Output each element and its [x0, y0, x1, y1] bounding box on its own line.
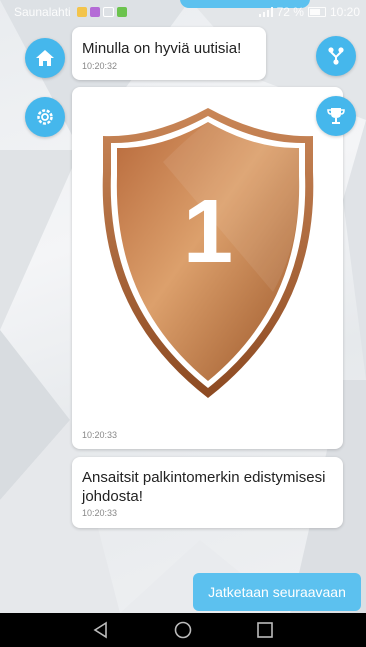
recents-icon[interactable]	[256, 621, 274, 639]
home-circle-icon[interactable]	[174, 621, 192, 639]
message-text: Minulla on hyviä uutisia!	[82, 40, 242, 57]
trophy-button[interactable]	[316, 96, 356, 136]
message-text: Ansaitsit palkintomerkin edistymisesi jo…	[82, 469, 326, 505]
continue-button[interactable]: Jatketaan seuraavaan	[193, 573, 361, 611]
message-time: 10:20:32	[82, 61, 118, 71]
branch-icon	[328, 47, 344, 65]
trophy-icon	[327, 108, 345, 124]
status-bar: Saunalahti 72 % 10:20	[0, 0, 366, 24]
notification-app-icon	[116, 7, 127, 17]
carrier-name: Saunalahti	[14, 5, 71, 19]
status-right: 72 % 10:20	[258, 5, 360, 19]
android-nav-bar	[0, 613, 366, 647]
badge-message-card: 1 10:20:33	[72, 87, 343, 449]
chat-message: Minulla on hyviä uutisia! 10:20:32	[72, 27, 266, 80]
settings-button[interactable]	[25, 97, 65, 137]
message-time: 10:20:33	[82, 508, 118, 518]
notification-app-icon	[89, 7, 100, 17]
home-button[interactable]	[25, 38, 65, 78]
home-icon	[36, 50, 54, 66]
badge-number: 1	[182, 182, 234, 282]
branch-button[interactable]	[316, 36, 356, 76]
gear-icon	[37, 109, 53, 125]
back-icon[interactable]	[92, 621, 110, 639]
battery-icon	[307, 7, 326, 17]
mail-icon	[102, 7, 114, 17]
signal-icon	[258, 7, 273, 17]
clock: 10:20	[329, 5, 360, 19]
screen: Saunalahti 72 % 10:20 Minulla on hyviä u…	[0, 0, 366, 647]
message-time: 10:20:33	[82, 430, 118, 440]
notification-icons	[76, 7, 127, 17]
battery-percent: 72 %	[276, 5, 304, 19]
notification-app-icon	[76, 7, 87, 17]
chat-message: Ansaitsit palkintomerkin edistymisesi jo…	[72, 457, 343, 528]
